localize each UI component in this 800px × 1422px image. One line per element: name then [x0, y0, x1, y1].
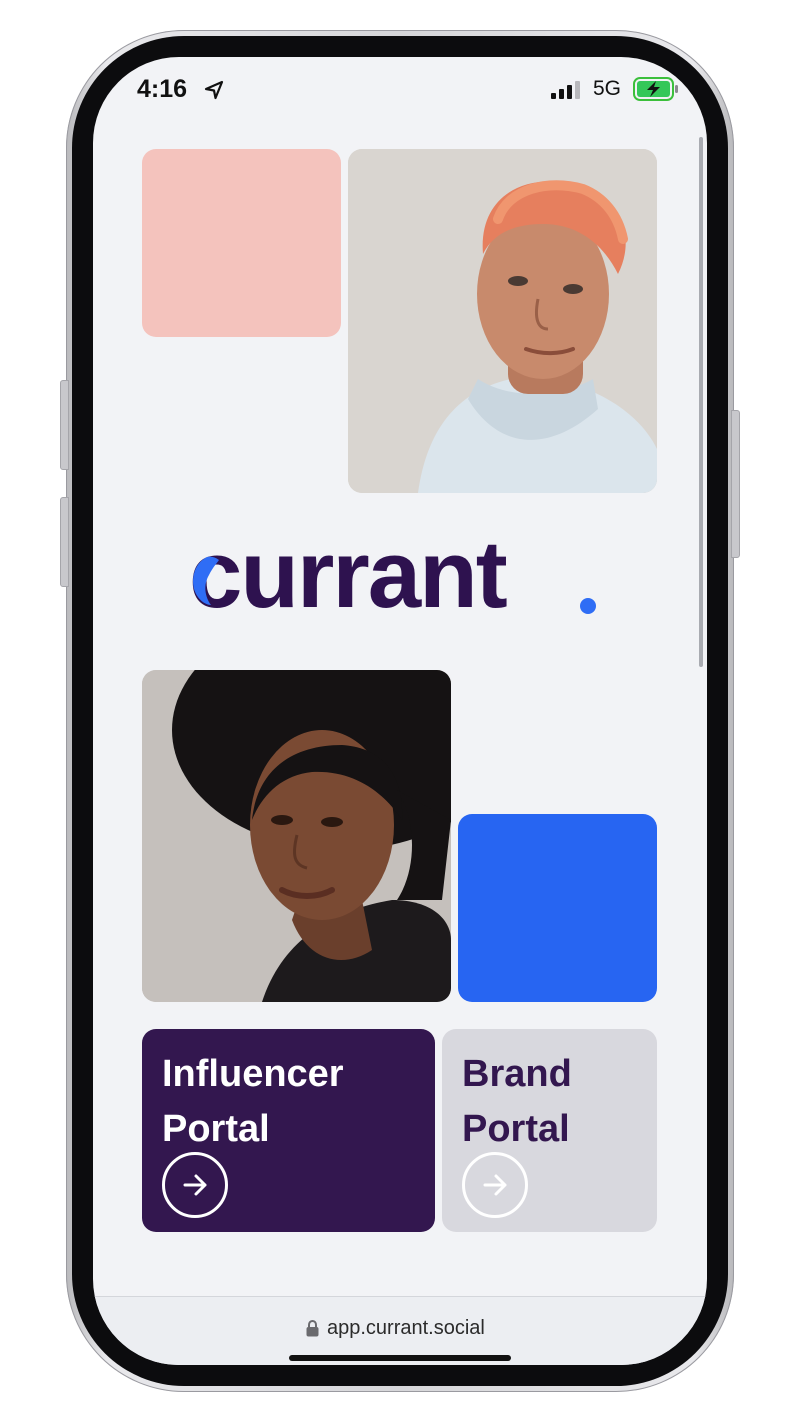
volume-up-button	[60, 380, 69, 470]
home-indicator[interactable]	[289, 1355, 511, 1361]
arrow-right-icon	[483, 1174, 507, 1196]
arrow-right-icon	[183, 1174, 207, 1196]
influencer-portal-arrow-button[interactable]	[162, 1152, 228, 1218]
brand-portal-title-line1: Brand	[462, 1053, 572, 1095]
location-arrow-icon	[204, 80, 224, 100]
influencer-portal-title-line1: Influencer	[162, 1053, 344, 1095]
influencer-portal-button[interactable]: Influencer Portal	[142, 1029, 435, 1232]
scroll-indicator[interactable]	[699, 137, 703, 667]
logo-dot	[580, 598, 596, 614]
network-label: 5G	[593, 77, 622, 100]
currant-logo: currant	[189, 525, 609, 625]
status-time: 4:16	[137, 75, 188, 103]
phone-screen: 4:16 5G currant Influencer Portal Brand …	[93, 57, 707, 1365]
logo-c-mark-icon	[193, 556, 219, 605]
man-portrait-photo	[348, 149, 657, 493]
brand-portal-arrow-button[interactable]	[462, 1152, 528, 1218]
volume-down-button	[60, 497, 69, 587]
pink-color-tile	[142, 149, 341, 337]
influencer-portal-title-line2: Portal	[162, 1108, 270, 1150]
brand-portal-title-line2: Portal	[462, 1108, 570, 1150]
power-button	[731, 410, 740, 558]
brand-portal-button[interactable]: Brand Portal	[442, 1029, 657, 1232]
woman-portrait-photo	[142, 670, 451, 1002]
status-bar: 4:16 5G	[93, 57, 707, 127]
url-text[interactable]: app.currant.social	[327, 1317, 485, 1340]
battery-charging-icon	[633, 77, 678, 101]
lock-icon	[306, 1320, 319, 1337]
blue-color-tile	[458, 814, 657, 1002]
cellular-signal-icon	[551, 81, 580, 99]
